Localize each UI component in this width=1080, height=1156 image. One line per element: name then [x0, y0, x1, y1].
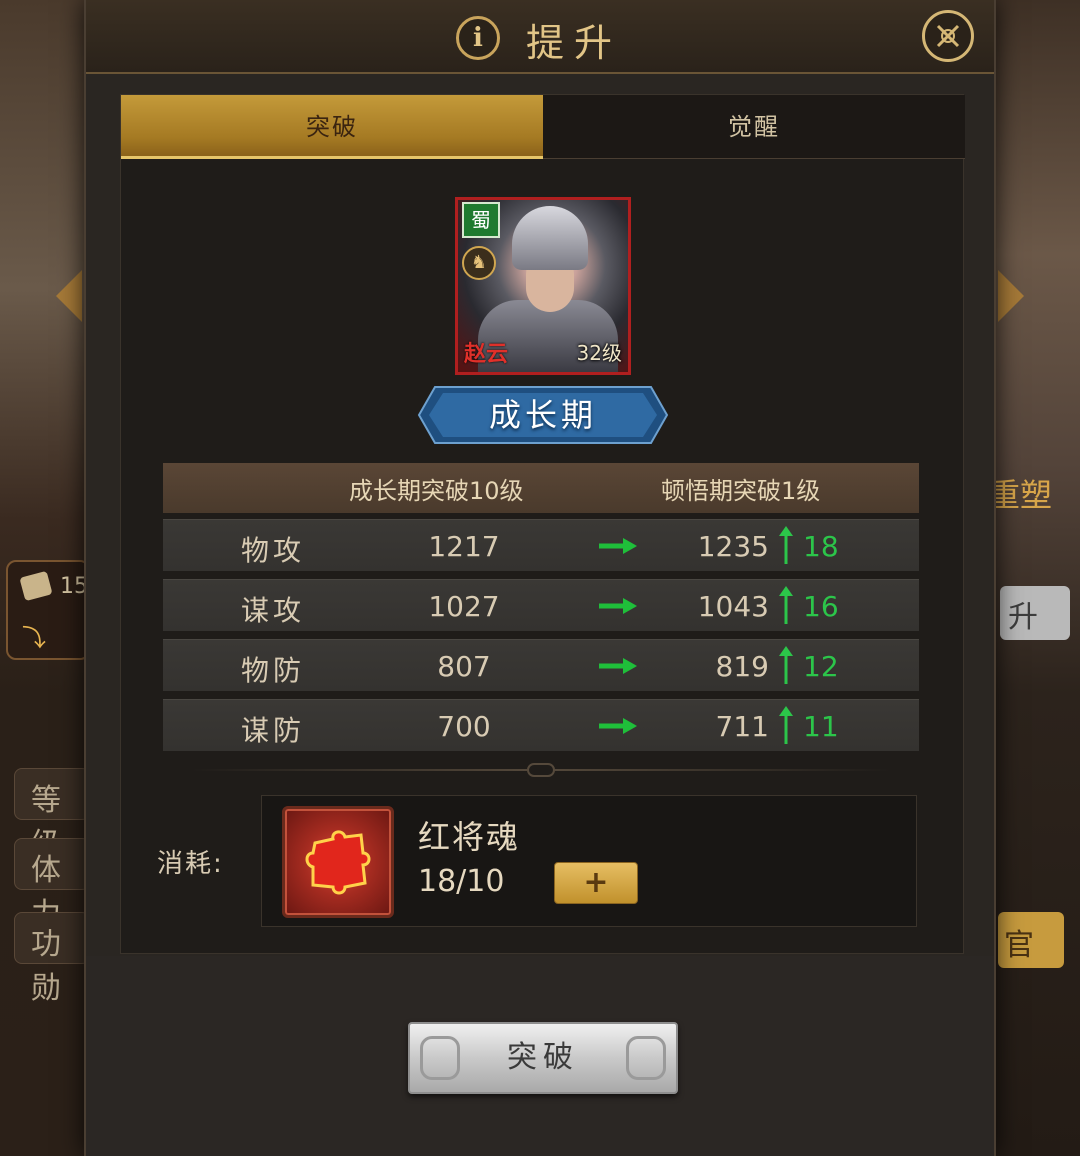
right-arrow-icon: [599, 718, 637, 734]
modal-header: i 提升: [86, 0, 994, 74]
stat-label: 谋攻: [241, 594, 306, 627]
hero-name: 赵云: [464, 342, 509, 367]
stat-label: 物防: [241, 654, 306, 687]
upgrade-modal: i 提升 突破 觉醒 蜀 ♞ 赵云 32级 成长期 成长期突破10级 顿悟期突破…: [84, 0, 996, 1156]
stats-header: 成长期突破10级 顿悟期突破1级: [163, 463, 919, 513]
background-right-title: 重塑: [987, 476, 1052, 514]
stage-label: 成长期: [488, 396, 597, 434]
background-side-button-3: 功勋: [14, 912, 90, 1006]
modal-title: 提升: [526, 21, 623, 65]
puzzle-piece-icon[interactable]: [282, 806, 394, 918]
stats-header-to: 顿悟期突破1级: [661, 477, 821, 505]
stat-row: 谋防 700 711 11: [163, 699, 919, 751]
stats-header-from: 成长期突破10级: [349, 477, 524, 505]
stat-row: 物攻 1217 1235 18: [163, 519, 919, 571]
stat-to: 711: [715, 710, 769, 743]
background-next-arrow-icon: [998, 270, 1024, 322]
divider-knot-icon: [527, 763, 555, 777]
stat-increase: 16: [803, 590, 839, 623]
background-side-button-1: 等级: [14, 768, 90, 862]
stat-row: 谋攻 1027 1043 16: [163, 579, 919, 631]
puzzle-icon: [19, 570, 53, 602]
info-icon[interactable]: i: [456, 16, 500, 60]
item-count: 18/10: [418, 864, 505, 899]
stat-to: 819: [715, 650, 769, 683]
consume-box: 红将魂 18/10 +: [261, 795, 917, 927]
item-name: 红将魂: [418, 818, 521, 856]
stat-to: 1043: [697, 590, 769, 623]
hero-level: 32级: [576, 341, 622, 365]
background-right: [990, 0, 1080, 1156]
right-arrow-icon: [599, 598, 637, 614]
stat-row: 物防 807 819 12: [163, 639, 919, 691]
stat-increase: 11: [803, 710, 839, 743]
stat-label: 物攻: [241, 534, 306, 567]
close-icon[interactable]: [922, 10, 974, 62]
consume-label: 消耗:: [157, 849, 224, 879]
right-arrow-icon: [599, 538, 637, 554]
stat-from: 1027: [428, 590, 500, 623]
stat-to: 1235: [697, 530, 769, 563]
tab-awaken[interactable]: 觉醒: [543, 95, 965, 159]
divider: [191, 763, 891, 777]
up-arrow-icon: [779, 526, 793, 564]
breakthrough-button-label: 突破: [507, 1040, 579, 1075]
up-arrow-icon: [779, 586, 793, 624]
swirl-left-icon: [420, 1036, 460, 1080]
stage-banner: 成长期: [417, 385, 669, 445]
add-item-button[interactable]: +: [554, 862, 638, 904]
swirl-right-icon: [626, 1036, 666, 1080]
stat-increase: 18: [803, 530, 839, 563]
content-panel: 突破 觉醒 蜀 ♞ 赵云 32级 成长期 成长期突破10级 顿悟期突破1级 物攻…: [120, 94, 965, 954]
faction-badge: 蜀: [462, 202, 500, 238]
up-arrow-icon: [779, 706, 793, 744]
right-arrow-icon: [599, 658, 637, 674]
background-chip: 15 ⤵: [6, 560, 90, 660]
background-right-button: 升: [1000, 586, 1070, 640]
horse-icon: ♞: [462, 246, 496, 280]
stat-increase: 12: [803, 650, 839, 683]
stat-from: 807: [437, 650, 491, 683]
hero-card[interactable]: 蜀 ♞ 赵云 32级: [455, 197, 631, 375]
stat-from: 1217: [428, 530, 500, 563]
up-arrow-icon: [779, 646, 793, 684]
background-prev-arrow-icon: [56, 270, 82, 322]
stat-label: 谋防: [241, 714, 306, 747]
background-right-button-2: 官: [998, 912, 1064, 968]
stat-from: 700: [437, 710, 491, 743]
tab-breakthrough[interactable]: 突破: [121, 95, 543, 159]
breakthrough-button[interactable]: 突破: [408, 1022, 678, 1094]
swap-icon: ⤵: [22, 624, 46, 652]
background-side-button-2: 体力: [14, 838, 90, 932]
bottom-area: 突破: [86, 956, 994, 1156]
